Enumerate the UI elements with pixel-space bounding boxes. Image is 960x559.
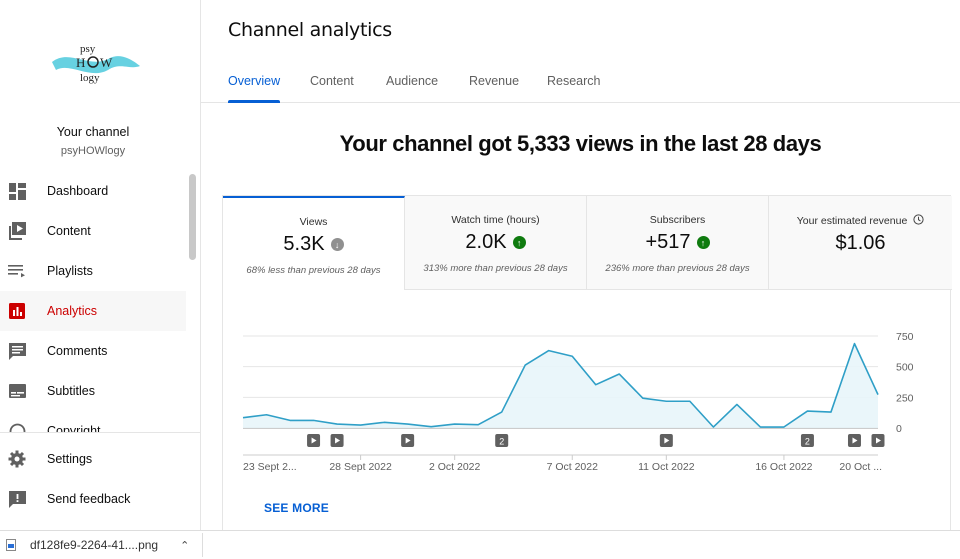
data-point[interactable] — [521, 361, 529, 369]
y-tick-label: 0 — [896, 423, 902, 435]
data-point[interactable] — [709, 423, 717, 431]
data-point[interactable] — [780, 423, 788, 431]
svg-text:H: H — [76, 55, 85, 70]
sidebar-scrollbar[interactable] — [189, 174, 196, 260]
area-fill — [243, 343, 878, 428]
content-icon — [8, 222, 26, 240]
svg-text:logy: logy — [80, 72, 100, 84]
sidebar-item-playlists[interactable]: Playlists — [0, 251, 186, 291]
data-point[interactable] — [380, 418, 388, 426]
data-point[interactable] — [615, 370, 623, 378]
feedback-icon — [8, 490, 26, 508]
data-point[interactable] — [427, 423, 435, 431]
x-tick-label: 16 Oct 2022 — [755, 461, 812, 473]
sidebar: psy H W logy Your channel psyHOWlogy Das… — [0, 0, 201, 530]
page-title: Channel analytics — [228, 19, 392, 41]
data-point[interactable] — [827, 408, 835, 416]
x-tick-label: 20 Oct ... — [839, 461, 882, 473]
y-tick-label: 500 — [896, 362, 914, 374]
sidebar-item-send-feedback[interactable]: Send feedback — [0, 479, 186, 519]
download-bar: df128fe9-2264-41....png ⌃ — [0, 530, 960, 559]
x-tick-label: 7 Oct 2022 — [547, 461, 599, 473]
sidebar-item-analytics[interactable]: Analytics — [0, 291, 186, 331]
sidebar-item-label: Send feedback — [47, 492, 131, 506]
tab-audience[interactable]: Audience — [386, 74, 438, 103]
data-point[interactable] — [239, 414, 247, 422]
subtitles-icon — [8, 382, 26, 400]
svg-text:W: W — [100, 55, 113, 70]
sidebar-item-label: Analytics — [47, 304, 98, 318]
sidebar-bottom: Settings Send feedback — [0, 432, 200, 530]
data-point[interactable] — [286, 416, 294, 424]
tab-bar: Overview Content Audience Revenue Resear… — [201, 62, 960, 103]
data-point[interactable] — [474, 421, 482, 429]
tab-overview[interactable]: Overview — [228, 74, 281, 103]
data-point[interactable] — [850, 340, 858, 348]
summary-headline: Your channel got 5,333 views in the last… — [339, 131, 822, 156]
gear-icon — [8, 450, 26, 468]
data-point[interactable] — [874, 391, 882, 399]
sidebar-item-label: Comments — [47, 344, 108, 358]
views-chart: 0 250 500 750 2 2 23 Sept 2... 28 Sept 2022 2 Oc… — [239, 331, 914, 473]
data-point[interactable] — [803, 407, 811, 415]
sidebar-item-label: Content — [47, 224, 91, 238]
overview-panel: Views 5.3K ↓ 68% less than previous 28 da… — [222, 195, 952, 530]
data-point[interactable] — [639, 394, 647, 402]
tab-content[interactable]: Content — [310, 74, 354, 103]
download-divider — [202, 533, 204, 557]
marker-count: 2 — [805, 437, 810, 447]
channel-name: psyHOWlogy — [60, 145, 126, 157]
your-channel-label: Your channel — [56, 125, 130, 139]
data-point[interactable] — [733, 400, 741, 408]
sidebar-item-comments[interactable]: Comments — [0, 331, 186, 371]
x-tick-label: 23 Sept 2... — [243, 461, 297, 473]
sidebar-item-label: Subtitles — [47, 384, 95, 398]
x-tick-label: 11 Oct 2022 — [638, 461, 695, 473]
sidebar-item-subtitles[interactable]: Subtitles — [0, 371, 186, 411]
sidebar-item-label: Playlists — [47, 264, 93, 278]
x-tick-label: 28 Sept 2022 — [329, 461, 392, 473]
sidebar-item-content[interactable]: Content — [0, 211, 186, 251]
data-point[interactable] — [686, 397, 694, 405]
chevron-up-icon[interactable]: ⌃ — [180, 539, 189, 552]
data-point[interactable] — [592, 381, 600, 389]
comments-icon — [8, 342, 26, 360]
data-point[interactable] — [357, 421, 365, 429]
marker-count: 2 — [499, 437, 504, 447]
playlists-icon — [8, 262, 26, 280]
data-point[interactable] — [310, 416, 318, 424]
data-point[interactable] — [333, 420, 341, 428]
data-point[interactable] — [568, 352, 576, 360]
data-point[interactable] — [662, 397, 670, 405]
y-tick-label: 750 — [896, 331, 914, 343]
data-point[interactable] — [451, 420, 459, 428]
data-point[interactable] — [404, 420, 412, 428]
tab-revenue[interactable]: Revenue — [469, 74, 519, 103]
y-tick-label: 250 — [896, 392, 914, 404]
dashboard-icon — [8, 182, 26, 200]
analytics-icon — [8, 302, 26, 320]
main-content: Channel analytics Overview Content Audie… — [201, 0, 960, 530]
svg-text:psy: psy — [80, 43, 96, 55]
x-tick-label: 2 Oct 2022 — [429, 461, 481, 473]
file-icon — [6, 539, 16, 551]
sidebar-item-label: Settings — [47, 452, 93, 466]
channel-logo[interactable]: psy H W logy — [50, 40, 142, 88]
sidebar-item-settings[interactable]: Settings — [0, 439, 186, 479]
sidebar-item-dashboard[interactable]: Dashboard — [0, 171, 186, 211]
see-more-button[interactable]: SEE MORE — [264, 501, 329, 515]
data-point[interactable] — [498, 408, 506, 416]
sidebar-item-label: Dashboard — [47, 184, 109, 198]
data-point[interactable] — [263, 411, 271, 419]
tab-research[interactable]: Research — [547, 74, 601, 103]
download-filename[interactable]: df128fe9-2264-41....png — [30, 538, 158, 552]
data-point[interactable] — [756, 423, 764, 431]
data-point[interactable] — [545, 347, 553, 355]
